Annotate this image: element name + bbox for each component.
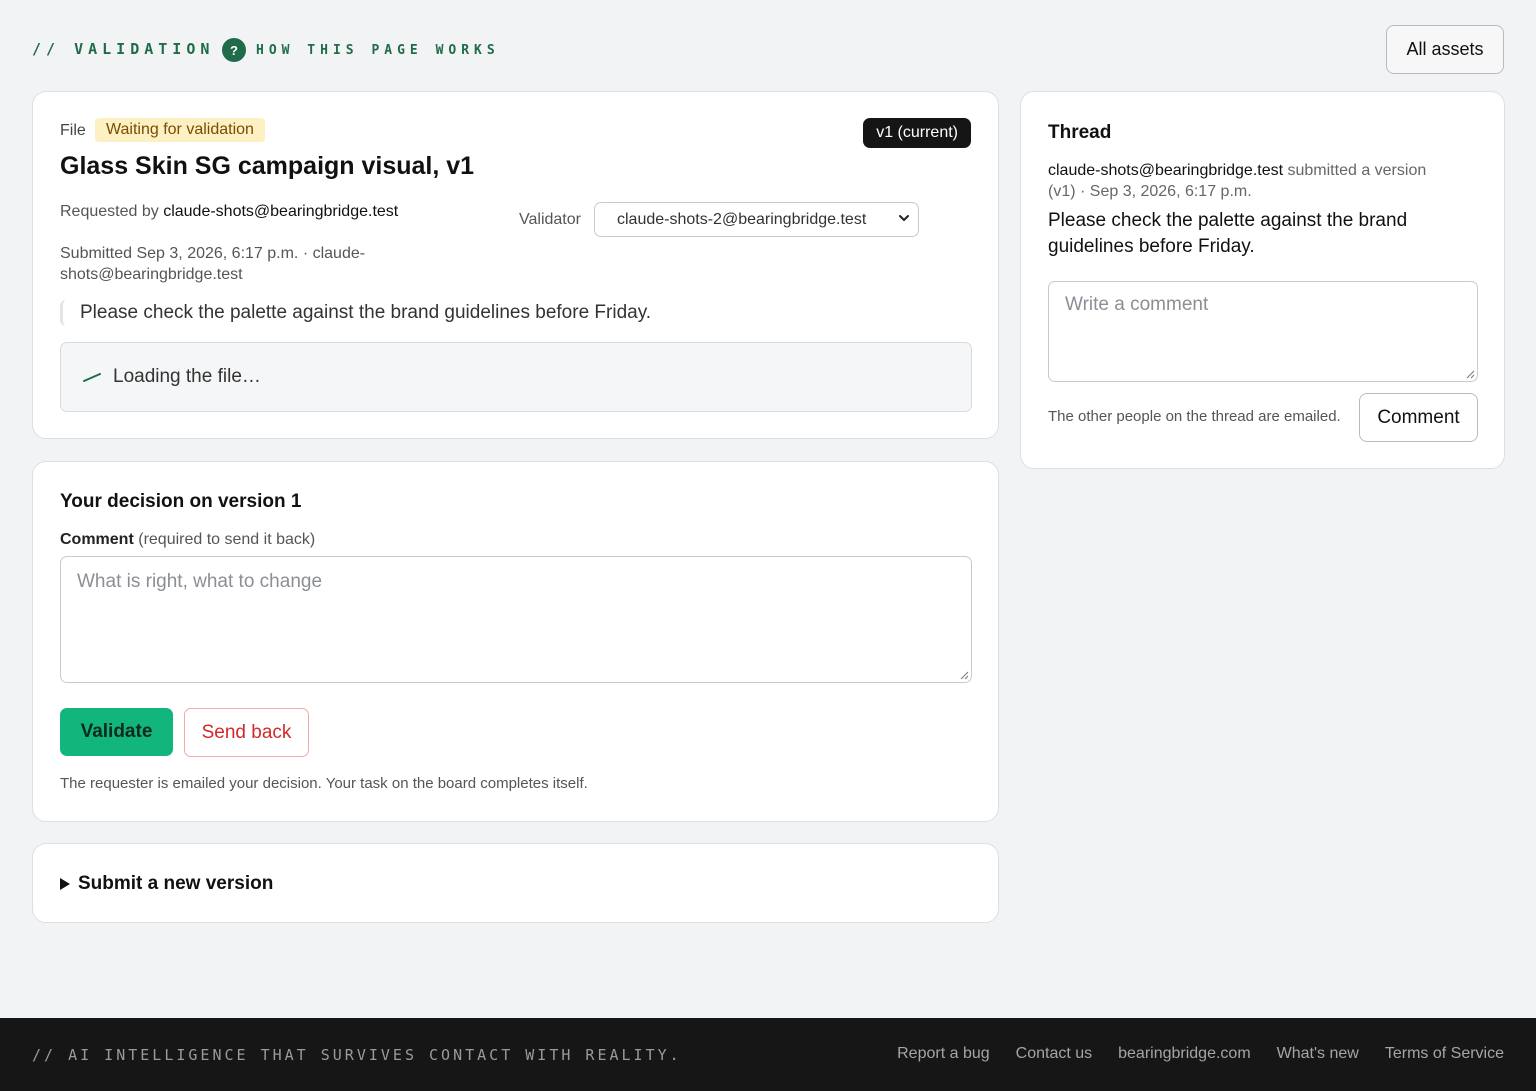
spinner-icon xyxy=(83,373,101,382)
footer-link-terms[interactable]: Terms of Service xyxy=(1385,1045,1504,1063)
requester-email: claude-shots@bearingbridge.test xyxy=(163,203,399,220)
how-this-page-works-link[interactable]: ? HOW THIS PAGE WORKS xyxy=(222,38,500,62)
disclosure-triangle-icon xyxy=(60,878,70,890)
help-icon: ? xyxy=(222,38,246,62)
chevron-down-icon xyxy=(899,215,909,221)
thread-action: submitted a version xyxy=(1287,162,1427,179)
thread-timestamp: (v1) · Sep 3, 2026, 6:17 p.m. xyxy=(1048,183,1252,200)
all-assets-button[interactable]: All assets xyxy=(1386,25,1504,74)
footer: // AI INTELLIGENCE THAT SURVIVES CONTACT… xyxy=(0,1018,1536,1091)
comment-button[interactable]: Comment xyxy=(1359,393,1478,442)
validator-value: claude-shots-2@bearingbridge.test xyxy=(617,210,867,228)
requested-by: Requested by claude-shots@bearingbridge.… xyxy=(60,203,398,221)
top-bar: // VALIDATION ? HOW THIS PAGE WORKS All … xyxy=(32,25,1504,76)
submit-version-card: Submit a new version xyxy=(32,843,999,923)
submitted-info: Submitted Sep 3, 2026, 6:17 p.m. · claud… xyxy=(60,243,410,285)
decision-help: The requester is emailed your decision. … xyxy=(60,775,588,792)
thread-comment-placeholder: Write a comment xyxy=(1065,294,1209,315)
footer-link-report-bug[interactable]: Report a bug xyxy=(897,1045,990,1063)
thread-title: Thread xyxy=(1048,122,1112,143)
page-crumb: // VALIDATION xyxy=(32,40,215,58)
validate-button[interactable]: Validate xyxy=(60,708,173,756)
how-this-page-works-label: HOW THIS PAGE WORKS xyxy=(256,42,500,58)
decision-comment-placeholder: What is right, what to change xyxy=(77,571,323,592)
thread-message: Please check the palette against the bra… xyxy=(1048,210,1408,257)
file-loading: Loading the file… xyxy=(60,342,972,412)
validator-select[interactable]: claude-shots-2@bearingbridge.test xyxy=(594,202,919,237)
submitted-line-2: shots@bearingbridge.test xyxy=(60,266,243,283)
decision-card: Your decision on version 1 Comment (requ… xyxy=(32,461,999,822)
decision-comment-input[interactable]: What is right, what to change xyxy=(60,556,972,683)
resize-handle-icon[interactable] xyxy=(1465,369,1475,379)
status-badge: Waiting for validation xyxy=(95,118,265,142)
file-title: Glass Skin SG campaign visual, v1 xyxy=(60,152,475,180)
file-card: File Waiting for validation v1 (current)… xyxy=(32,91,999,439)
submitted-line-1: Submitted Sep 3, 2026, 6:17 p.m. · claud… xyxy=(60,245,366,262)
thread-help: The other people on the thread are email… xyxy=(1048,408,1341,425)
submit-version-toggle[interactable]: Submit a new version xyxy=(60,873,273,895)
send-back-button[interactable]: Send back xyxy=(184,708,309,757)
version-pill[interactable]: v1 (current) xyxy=(863,118,971,148)
thread-comment-input[interactable]: Write a comment xyxy=(1048,281,1478,382)
footer-links: Report a bug Contact us bearingbridge.co… xyxy=(897,1045,1504,1063)
thread-card: Thread claude-shots@bearingbridge.test s… xyxy=(1020,91,1505,469)
footer-link-whats-new[interactable]: What's new xyxy=(1277,1045,1359,1063)
comment-label: Comment (required to send it back) xyxy=(60,531,315,549)
submit-version-label: Submit a new version xyxy=(78,873,274,894)
comment-label-hint: (required to send it back) xyxy=(138,531,316,548)
validator-label: Validator xyxy=(519,211,581,228)
file-label: File xyxy=(60,122,86,139)
resize-handle-icon[interactable] xyxy=(959,670,969,680)
footer-link-contact[interactable]: Contact us xyxy=(1016,1045,1092,1063)
footer-link-website[interactable]: bearingbridge.com xyxy=(1118,1045,1251,1063)
footer-tagline: // AI INTELLIGENCE THAT SURVIVES CONTACT… xyxy=(32,1046,682,1064)
thread-author: claude-shots@bearingbridge.test xyxy=(1048,162,1284,179)
comment-label-strong: Comment xyxy=(60,531,134,548)
thread-entry-meta: claude-shots@bearingbridge.test submitte… xyxy=(1048,160,1488,202)
request-note: Please check the palette against the bra… xyxy=(60,300,651,326)
decision-title: Your decision on version 1 xyxy=(60,491,302,512)
loading-text: Loading the file… xyxy=(113,366,261,387)
requested-by-label: Requested by xyxy=(60,203,159,220)
